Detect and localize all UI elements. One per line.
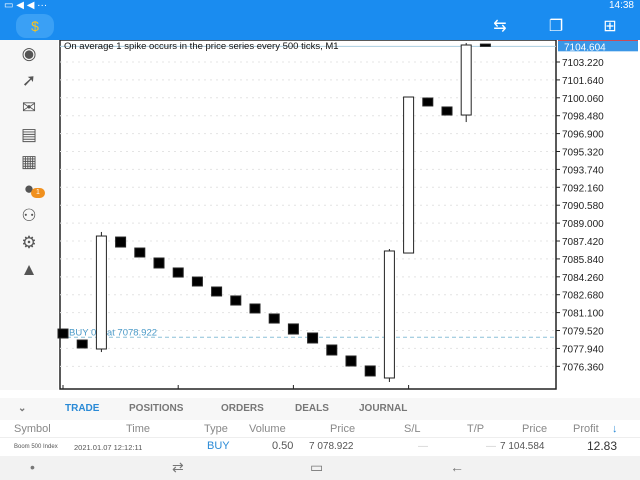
cell-sl: — [418,441,428,452]
cell-volume: 0.50 [272,440,294,452]
price-tick-label: 7084.260 [562,273,604,284]
recents-icon[interactable]: ⇄ [172,459,184,476]
status-bar: ▭ ◀ ◀ ··· 14:38 [0,0,640,12]
dot-icon[interactable]: • [30,459,35,475]
price-tick-label: 7081.100 [562,309,604,320]
bear-candle [230,295,242,306]
app-bar: $ ⇆ ❐ ⊞ [0,12,640,40]
price-tick-label: 7093.740 [562,165,604,176]
new-chart-icon[interactable]: ⊞ [598,16,622,36]
col-volume[interactable]: Volume [249,423,286,435]
cell-price: 7 104.584 [500,441,545,452]
chart-title: On average 1 spike occurs in the price s… [64,41,339,52]
col-time[interactable]: Time [126,423,150,435]
table-header: Symbol Time Type Volume Price S/L T/P Pr… [0,420,640,438]
col-current-price[interactable]: Price [522,423,547,435]
price-tick-label: 7085.840 [562,255,604,266]
col-price[interactable]: Price [330,423,355,435]
clock: 14:38 [608,0,634,11]
home-icon[interactable]: ▭ [310,459,323,476]
bear-candle [441,106,453,116]
price-tick-label: 7103.220 [562,58,604,69]
price-tick-label: 7101.640 [562,76,604,87]
price-tick-label: 7082.680 [562,291,604,302]
bull-candle [460,44,472,116]
tab-deals[interactable]: DEALS [295,403,329,414]
col-symbol[interactable]: Symbol [14,423,51,435]
toolbox-tabs: ⌄ TRADE POSITIONS ORDERS DEALS JOURNAL [0,398,640,420]
bear-candle [211,286,223,297]
sort-down-icon: ↓ [612,423,618,435]
bear-candle [268,313,280,324]
col-tp[interactable]: T/P [467,423,484,435]
bear-candle [326,344,338,356]
current-price-label: 7104.604 [564,42,606,53]
bear-candle [115,236,127,248]
bear-candle [249,303,261,314]
trade-icon[interactable]: ⇆ [488,16,512,36]
price-tick-label: 7098.480 [562,112,604,123]
price-tick-label: 7077.940 [562,344,604,355]
tab-trade[interactable]: TRADE [65,403,99,414]
price-tick-label: 7087.420 [562,237,604,248]
bear-candle [345,355,357,367]
collapse-chevron-icon[interactable]: ⌄ [18,403,26,414]
bear-candle [191,276,203,287]
android-nav-bar: • ⇄ ▭ ← [0,456,640,480]
col-sl[interactable]: S/L [404,423,421,435]
tab-positions[interactable]: POSITIONS [129,403,183,414]
bull-candle [383,250,395,379]
bear-candle [172,267,184,278]
metatrader-logo-icon[interactable]: $ [16,14,54,38]
bear-candle [307,332,319,344]
price-chart[interactable]: BUY 0.5 at 7078.922 7103.220 7101.640 7100… [0,40,640,390]
back-icon[interactable]: ← [450,459,464,475]
cell-time: 2021.01.07 12:12:11 [74,443,143,452]
tab-journal[interactable]: JOURNAL [359,403,407,414]
tab-orders[interactable]: ORDERS [221,403,264,414]
price-tick-label: 7076.360 [562,362,604,373]
cell-profit: 12.83 [587,439,618,453]
notification-icons: ▭ ◀ ◀ ··· [4,0,48,11]
bear-candle [57,328,69,339]
windows-icon[interactable]: ❐ [544,16,568,36]
cell-symbol: Boom 500 Index [14,444,58,450]
bear-candle [76,339,88,349]
time-tick-label: 7 Jan 12:22 [177,389,230,390]
cell-type: BUY [207,440,230,452]
bull-candle [95,235,107,350]
table-row[interactable]: Boom 500 Index 2021.01.07 12:12:11 BUY 0… [0,438,640,456]
price-tick-label: 7092.160 [562,183,604,194]
price-tick-label: 7095.320 [562,148,604,159]
col-type[interactable]: Type [204,423,228,435]
price-tick-label: 7090.580 [562,201,604,212]
price-tick-label: 7079.520 [562,327,604,338]
time-tick-label: 7 Jan 12:34 [408,389,461,390]
cell-tp: — [486,441,496,452]
price-tick-label: 7089.000 [562,219,604,230]
cell-open-price: 7 078.922 [309,441,354,452]
bear-candle [153,257,165,269]
time-tick-label: 7 Jan 12:16 [62,389,115,390]
bear-candle [479,43,491,47]
bear-candle [134,247,146,258]
col-profit[interactable]: Profit [573,423,599,435]
bear-candle [287,323,299,335]
bear-candle [422,97,434,107]
position-label: BUY 0.5 at 7078.922 [69,327,157,338]
time-tick-label: 7 Jan 12:28 [292,389,345,390]
price-tick-label: 7100.060 [562,94,604,105]
bear-candle [364,365,376,377]
price-tick-label: 7096.900 [562,130,604,141]
bull-candle [403,96,415,254]
